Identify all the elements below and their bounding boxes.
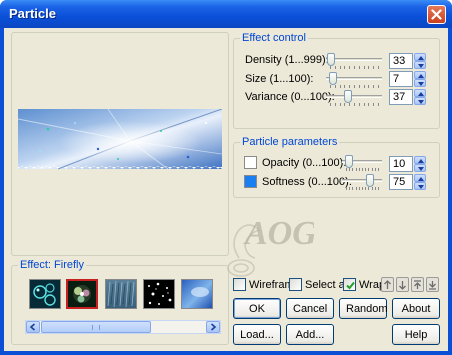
dialog-window: Particle Effect: Firefly Effect control … [0, 0, 452, 355]
arrow-right-icon [210, 323, 217, 331]
wireframe-checkbox[interactable] [233, 278, 246, 291]
size-slider[interactable] [326, 71, 382, 89]
slider-track[interactable] [326, 95, 382, 98]
softness-slider[interactable] [342, 173, 382, 191]
variance-spin-arrows[interactable] [414, 89, 426, 105]
about-button[interactable]: About [392, 298, 440, 319]
density-slider[interactable] [326, 52, 382, 70]
effect-thumb-firefly[interactable] [66, 279, 98, 309]
effects-scrollbar[interactable] [25, 320, 221, 334]
preview-panel [11, 32, 229, 256]
preview-image [18, 109, 222, 175]
slider-ticks [346, 187, 379, 191]
slider-thumb[interactable] [329, 72, 337, 85]
effect-thumb-bubbles[interactable] [29, 279, 61, 309]
slider-ticks [346, 168, 379, 172]
variance-input[interactable] [389, 89, 413, 105]
opacity-slider[interactable] [342, 154, 382, 172]
random-button[interactable]: Random [339, 298, 388, 319]
load-button[interactable]: Load... [233, 324, 281, 345]
window-title: Particle [9, 6, 56, 21]
help-button[interactable]: Help [392, 324, 440, 345]
scroll-left-button[interactable] [26, 321, 40, 333]
wrap-checkbox[interactable] [343, 278, 356, 291]
spin-down-icon [418, 82, 424, 86]
scroll-right-button[interactable] [206, 321, 220, 333]
effect-thumb-rain[interactable] [105, 279, 137, 309]
opacity-color-swatch[interactable] [244, 156, 257, 169]
size-input[interactable] [389, 71, 413, 87]
size-spin-arrows[interactable] [414, 71, 426, 87]
slider-ticks [330, 103, 379, 107]
slider-thumb[interactable] [345, 155, 353, 168]
effect-thumb-snow[interactable] [143, 279, 175, 309]
slider-track[interactable] [342, 179, 382, 182]
slider-thumb[interactable] [366, 174, 374, 187]
move-up-button[interactable] [381, 277, 394, 292]
move-top-button[interactable] [411, 277, 424, 292]
effect-label: Effect: Firefly [18, 259, 86, 271]
softness-input[interactable] [389, 174, 413, 190]
slider-thumb[interactable] [327, 53, 335, 66]
scroll-thumb[interactable] [41, 321, 151, 333]
softness-label: Softness (0...100): [262, 176, 352, 188]
density-label: Density (1...999): [245, 54, 329, 66]
arrow-bottom-icon [429, 281, 436, 290]
rain-thumbnail [107, 280, 135, 308]
opacity-input[interactable] [389, 156, 413, 172]
move-bottom-button[interactable] [426, 277, 439, 292]
effect-control-title: Effect control [240, 32, 308, 44]
spin-down-icon [418, 167, 424, 171]
particle-parameters-title: Particle parameters [240, 136, 340, 148]
effect-thumb-sky[interactable] [181, 279, 213, 309]
softness-color-swatch[interactable] [244, 175, 257, 188]
variance-label: Variance (0...100): [245, 91, 335, 103]
firefly-thumbnail [73, 285, 91, 303]
close-button[interactable] [427, 5, 446, 24]
opacity-label: Opacity (0...100): [262, 157, 347, 169]
arrow-down-icon [399, 281, 406, 290]
bubbles-thumbnail [33, 283, 56, 306]
checkmark-icon [346, 281, 355, 290]
spin-down-icon [418, 100, 424, 104]
title-bar[interactable]: Particle [0, 0, 452, 28]
variance-slider[interactable] [326, 89, 382, 107]
sky-thumbnail [191, 287, 209, 297]
snow-thumbnail [148, 282, 172, 305]
size-label: Size (1...100): [245, 73, 314, 85]
add-button[interactable]: Add... [286, 324, 334, 345]
arrow-top-icon [414, 280, 421, 289]
density-spin-arrows[interactable] [414, 53, 426, 69]
slider-thumb[interactable] [344, 90, 352, 103]
slider-ticks [330, 66, 379, 70]
cancel-button[interactable]: Cancel [286, 298, 334, 319]
watermark-text: AOG [243, 215, 314, 252]
select-all-checkbox[interactable] [289, 278, 302, 291]
softness-spin-arrows[interactable] [414, 174, 426, 190]
spin-down-icon [418, 185, 424, 189]
opacity-spin-arrows[interactable] [414, 156, 426, 172]
ok-button[interactable]: OK [233, 298, 281, 319]
spin-down-icon [418, 64, 424, 68]
scroll-grip-icon [92, 325, 100, 330]
density-input[interactable] [389, 53, 413, 69]
close-icon [431, 9, 442, 20]
move-down-button[interactable] [396, 277, 409, 292]
dialog-body: Effect: Firefly Effect control Density (… [4, 28, 448, 351]
watermark-logo: AOG [227, 215, 314, 277]
arrow-left-icon [29, 323, 36, 331]
arrow-up-icon [384, 280, 391, 289]
